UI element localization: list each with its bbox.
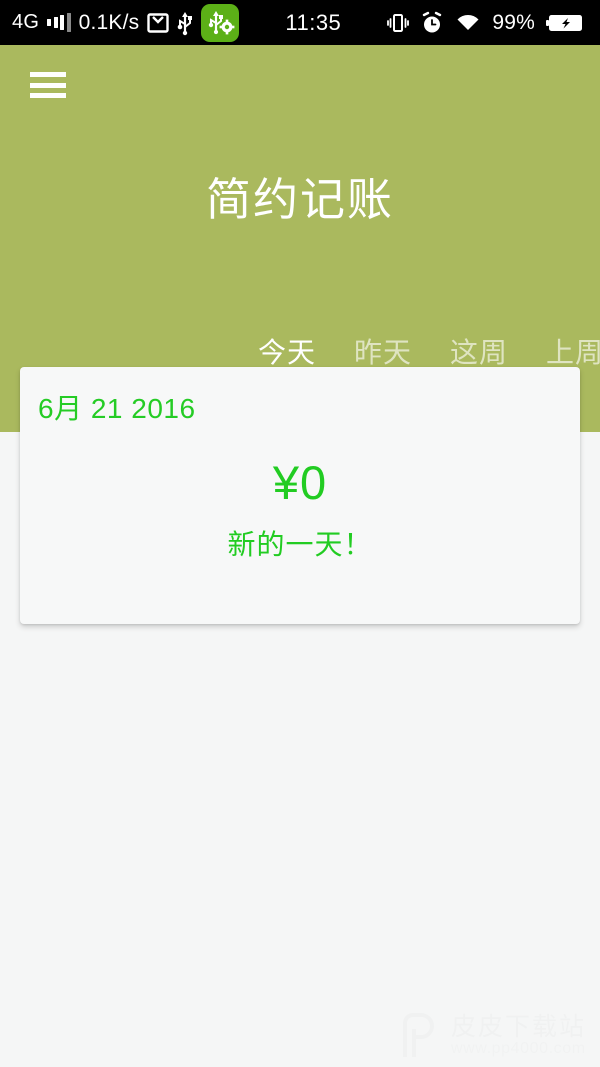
status-bar-clock: 11:35	[285, 9, 342, 35]
battery-percent-label: 99%	[492, 10, 535, 34]
data-rate-label: 0.1K/s	[78, 10, 140, 34]
hamburger-menu-icon[interactable]	[30, 72, 66, 98]
envelope-icon	[147, 12, 170, 33]
status-bar: 4G 0.1K/s 11:35 99%	[0, 0, 600, 45]
card-date-label: 6月 21 2016	[38, 393, 196, 424]
watermark-site-name: 皮皮下载站	[450, 1013, 586, 1042]
watermark-url: www.pp4000.com	[450, 1039, 586, 1057]
wifi-icon	[455, 13, 481, 33]
network-type-label: 4G	[12, 11, 40, 33]
status-bar-right: 99%	[387, 11, 600, 35]
watermark-text: 皮皮下载站 www.pp4000.com	[451, 1014, 586, 1057]
card-amount-value: ¥0	[272, 456, 328, 509]
card-status-message: 新的一天！	[227, 529, 373, 560]
battery-charging-icon	[546, 13, 586, 33]
status-bar-center: 11:35	[239, 10, 387, 36]
status-bar-left: 4G 0.1K/s	[0, 3, 240, 42]
daily-summary-card[interactable]: 6月 21 2016 ¥0 新的一天！	[20, 367, 580, 624]
hamburger-bar	[30, 82, 66, 88]
page-title: 简约记账	[205, 174, 394, 225]
vibrate-icon	[387, 12, 410, 34]
usb-icon	[177, 10, 193, 36]
app-root: 4G 0.1K/s 11:35 99% 简约记账 今天 昨天 这周 上周 6月 …	[0, 0, 600, 1067]
hamburger-bar	[30, 93, 66, 98]
alarm-clock-icon	[420, 11, 444, 35]
hamburger-bar	[30, 72, 66, 77]
site-watermark: 皮皮下载站 www.pp4000.com	[401, 1013, 586, 1059]
usb-debug-icon	[201, 3, 240, 42]
signal-bars-icon	[47, 13, 71, 33]
watermark-logo-icon	[402, 1013, 434, 1057]
